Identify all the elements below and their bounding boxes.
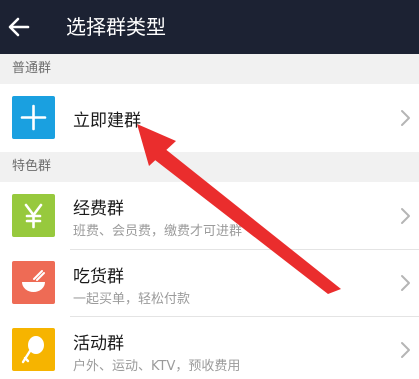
row-activity-group[interactable]: 活动群 户外、运动、KTV，预收费用 (0, 317, 419, 379)
row-description: 户外、运动、KTV，预收费用 (73, 359, 241, 374)
food-bowl-icon (12, 261, 55, 304)
back-button[interactable] (0, 0, 44, 54)
chevron-right-icon (401, 110, 410, 126)
section-label: 普通群 (12, 61, 52, 76)
yen-icon (12, 194, 55, 237)
row-description: 班费、会员费，缴费才可进群 (73, 224, 243, 239)
row-label: 吃货群 (73, 267, 124, 287)
section-header-normal: 普通群 (0, 54, 419, 84)
page-title: 选择群类型 (66, 15, 166, 39)
plus-icon (12, 96, 55, 139)
chevron-right-icon (401, 342, 410, 358)
title-bar: 选择群类型 (0, 0, 419, 54)
section-label: 特色群 (12, 159, 52, 174)
row-label: 立即建群 (73, 111, 141, 131)
row-description: 一起买单，轻松付款 (73, 292, 191, 307)
back-arrow-icon (8, 17, 30, 37)
chevron-right-icon (401, 208, 410, 224)
row-foodie-group[interactable]: 吃货群 一起买单，轻松付款 (0, 250, 419, 316)
balloon-icon (12, 328, 55, 371)
row-create-group[interactable]: 立即建群 (0, 84, 419, 152)
chevron-right-icon (401, 275, 410, 291)
row-label: 经费群 (73, 199, 124, 219)
section-header-special: 特色群 (0, 152, 419, 182)
row-label: 活动群 (73, 334, 124, 354)
row-fee-group[interactable]: 经费群 班费、会员费，缴费才可进群 (0, 182, 419, 249)
